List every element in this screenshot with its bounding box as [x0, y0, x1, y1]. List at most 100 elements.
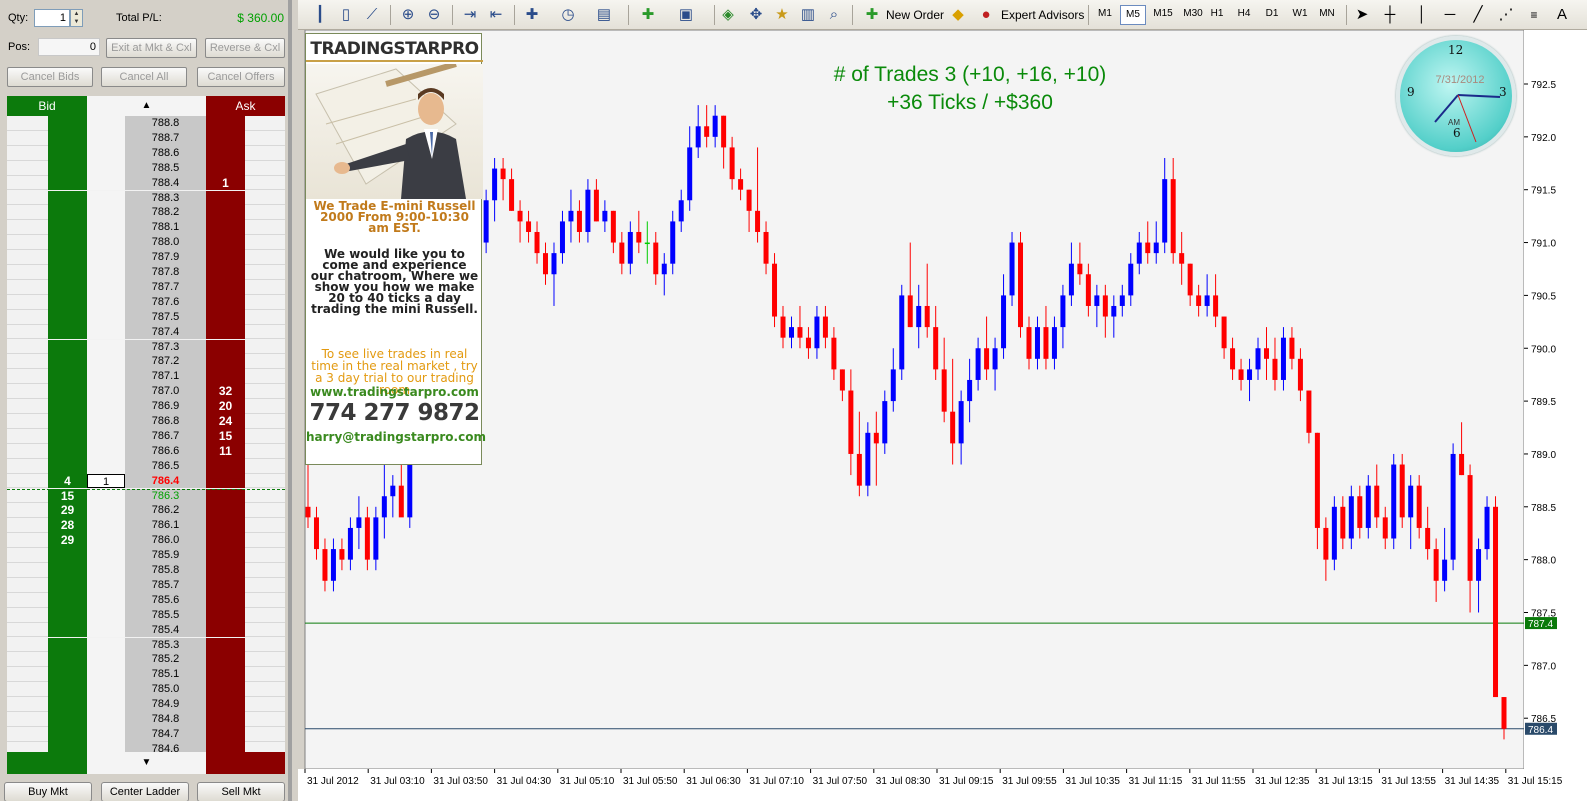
bid-click-cell[interactable] — [7, 652, 48, 668]
ladder-row[interactable]: 788.8 — [7, 116, 285, 131]
qty-stepper[interactable]: ▲ ▼ — [70, 9, 83, 27]
bid-size-cell[interactable] — [48, 384, 87, 400]
cancel-offers-button[interactable]: Cancel Offers — [197, 67, 285, 87]
ask-size-cell[interactable] — [206, 607, 245, 623]
ask-size-cell[interactable] — [206, 160, 245, 176]
ask-click-cell[interactable] — [245, 340, 285, 355]
ask-size-cell[interactable] — [206, 354, 245, 370]
ladder-row[interactable]: 785.3 — [7, 637, 285, 653]
new-order-button[interactable]: New Order — [886, 8, 944, 22]
bid-size-cell[interactable] — [48, 712, 87, 727]
my-order-cell[interactable] — [87, 637, 125, 653]
my-order-cell[interactable] — [87, 160, 125, 176]
ask-size-cell[interactable] — [206, 682, 245, 698]
ask-size-cell[interactable] — [206, 339, 245, 355]
bid-click-cell[interactable] — [7, 295, 48, 310]
timeframe-w1[interactable]: W1 — [1287, 8, 1313, 19]
ask-click-cell[interactable] — [245, 503, 285, 519]
my-order-cell[interactable] — [87, 548, 125, 563]
ask-size-cell[interactable] — [206, 279, 245, 295]
ask-click-cell[interactable] — [245, 429, 285, 444]
ladder-row[interactable]: 15 786.3 — [7, 488, 285, 504]
my-order-cell[interactable] — [87, 533, 125, 549]
bid-click-cell[interactable] — [7, 220, 48, 236]
ladder-row[interactable]: 787.3 — [7, 339, 285, 355]
fibonacci-icon[interactable]: ≡ — [1524, 5, 1544, 25]
my-order-cell[interactable] — [87, 294, 125, 310]
ask-size-cell[interactable] — [206, 518, 245, 534]
my-order-cell[interactable] — [87, 175, 125, 191]
bid-click-cell[interactable] — [7, 265, 48, 280]
bid-click-cell[interactable] — [7, 727, 48, 742]
bid-size-cell[interactable] — [48, 235, 87, 251]
bid-click-cell[interactable] — [7, 608, 48, 623]
bid-size-cell[interactable] — [48, 443, 87, 459]
ask-click-cell[interactable] — [245, 563, 285, 578]
bid-click-cell[interactable] — [7, 563, 48, 578]
exit-at-mkt-button[interactable]: Exit at Mkt & Cxl — [106, 38, 197, 58]
bid-click-cell[interactable] — [7, 667, 48, 683]
bid-click-cell[interactable] — [7, 325, 48, 340]
ask-click-cell[interactable] — [245, 459, 285, 474]
bid-size-cell[interactable]: 29 — [48, 503, 87, 519]
ask-click-cell[interactable] — [245, 489, 285, 504]
scroll-up-icon[interactable]: ▲ — [87, 96, 206, 116]
ladder-row[interactable]: 785.7 — [7, 577, 285, 593]
bid-size-cell[interactable] — [48, 145, 87, 161]
zoom-out-icon[interactable]: ⊖ — [424, 5, 444, 25]
bid-size-cell[interactable] — [48, 548, 87, 563]
ask-size-cell[interactable] — [206, 473, 245, 489]
my-order-cell[interactable] — [87, 354, 125, 370]
bid-click-cell[interactable] — [7, 503, 48, 519]
ask-click-cell[interactable] — [245, 623, 285, 638]
bid-size-cell[interactable] — [48, 607, 87, 623]
bid-click-cell[interactable] — [7, 191, 48, 206]
bid-size-cell[interactable] — [48, 592, 87, 608]
ask-click-cell[interactable] — [245, 652, 285, 668]
ask-click-cell[interactable] — [245, 146, 285, 161]
ladder-row[interactable]: 29 786.2 — [7, 503, 285, 519]
ask-click-cell[interactable] — [245, 608, 285, 623]
ladder-row[interactable]: 787.5 — [7, 309, 285, 325]
timeframe-m15[interactable]: M15 — [1148, 8, 1178, 19]
ask-size-cell[interactable]: 20 — [206, 399, 245, 414]
text-tool-icon[interactable]: A — [1552, 5, 1572, 25]
ask-size-cell[interactable] — [206, 458, 245, 474]
my-order-cell[interactable] — [87, 190, 125, 206]
my-order-cell[interactable] — [87, 399, 125, 414]
my-order-cell[interactable] — [87, 324, 125, 340]
ask-size-cell[interactable] — [206, 667, 245, 683]
ask-click-cell[interactable] — [245, 325, 285, 340]
ask-click-cell[interactable] — [245, 131, 285, 146]
ask-size-cell[interactable] — [206, 577, 245, 593]
bid-size-cell[interactable] — [48, 116, 87, 131]
chart-window[interactable]: 792.5 792.0 791.5 791.0 790.5 790.0 789.5 789.0… — [298, 30, 1587, 801]
my-order-cell[interactable] — [87, 607, 125, 623]
ladder-row[interactable]: 788.4 1 — [7, 175, 285, 191]
ask-size-cell[interactable] — [206, 265, 245, 280]
ask-size-cell[interactable] — [206, 294, 245, 310]
scroll-down-icon[interactable]: ▼ — [87, 752, 206, 774]
my-order-cell[interactable] — [87, 235, 125, 251]
ask-size-cell[interactable] — [206, 250, 245, 265]
bid-click-cell[interactable] — [7, 414, 48, 429]
ladder-row[interactable]: 787.6 — [7, 294, 285, 310]
my-order-cell[interactable] — [87, 503, 125, 519]
ladder-row[interactable]: 4 1 786.4 — [7, 473, 285, 489]
bid-click-cell[interactable] — [7, 399, 48, 414]
ask-click-cell[interactable] — [245, 265, 285, 280]
ask-click-cell[interactable] — [245, 116, 285, 131]
ladder-row[interactable]: 785.8 — [7, 563, 285, 578]
bid-click-cell[interactable] — [7, 489, 48, 504]
ask-click-cell[interactable] — [245, 667, 285, 683]
tester-icon[interactable]: ⌕ — [824, 5, 844, 25]
bid-size-cell[interactable] — [48, 339, 87, 355]
bid-click-cell[interactable] — [7, 712, 48, 727]
ask-click-cell[interactable] — [245, 399, 285, 414]
ask-size-cell[interactable]: 1 — [206, 175, 245, 191]
ad-email-link[interactable]: harry@tradingstarpro.com — [306, 430, 486, 444]
bid-size-cell[interactable] — [48, 309, 87, 325]
bid-click-cell[interactable] — [7, 161, 48, 176]
ask-size-cell[interactable] — [206, 563, 245, 578]
my-order-cell[interactable] — [87, 145, 125, 161]
